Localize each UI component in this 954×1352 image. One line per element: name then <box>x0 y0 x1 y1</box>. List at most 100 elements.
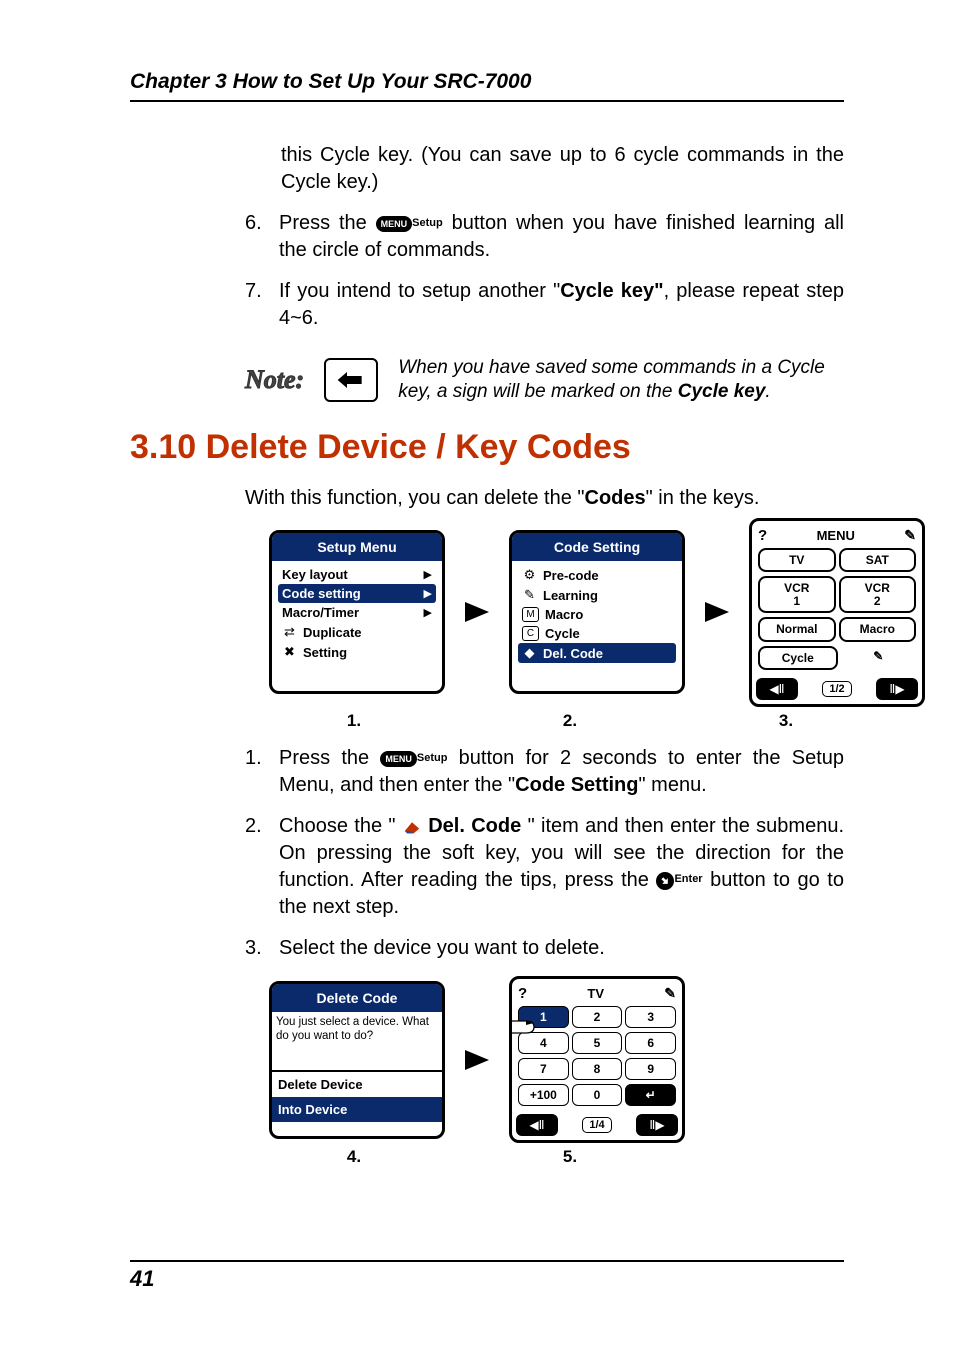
number-key: 2 <box>572 1006 623 1028</box>
menu-item: ✎Learning <box>518 585 676 605</box>
step-text: Press the MENUSetup button for 2 seconds… <box>279 745 844 799</box>
text-fragment: Press the <box>279 212 376 234</box>
menu-pill: MENU <box>376 216 413 232</box>
screen-title: Delete Code <box>272 984 442 1012</box>
delete-options: Delete DeviceInto Device <box>272 1070 442 1122</box>
menu-item: ✖Setting <box>278 642 436 662</box>
cycle-key-icon <box>324 358 378 402</box>
menu-glyph-icon: ◆ <box>522 645 537 661</box>
note-text: When you have saved some commands in a C… <box>398 356 844 404</box>
screen-title: Code Setting <box>512 533 682 561</box>
step-number: 6. <box>245 210 271 264</box>
number-key: 0 <box>572 1084 623 1106</box>
screens-row-1: Setup Menu Key layout▶Code setting▶Macro… <box>269 518 844 708</box>
enter-key: ↵ <box>625 1084 676 1106</box>
bold-text: Codes <box>585 487 646 509</box>
delete-option: Into Device <box>272 1097 442 1122</box>
help-icon: ? <box>758 527 767 544</box>
submenu-arrow-icon: ▶ <box>424 587 432 600</box>
menu-item: MMacro <box>518 605 676 624</box>
menu-item-label: Pre-code <box>543 568 672 583</box>
step-text: Press the MENUSetup button when you have… <box>279 210 844 264</box>
device-row: TV SAT <box>756 548 918 577</box>
device-row: Cycle ✎ <box>756 646 918 675</box>
keypad-row: 456 <box>516 1032 678 1058</box>
chapter-header: Chapter 3 How to Set Up Your SRC-7000 <box>130 70 844 102</box>
step-1: 1. Press the MENUSetup button for 2 seco… <box>245 745 844 799</box>
caption: 5. <box>485 1147 655 1167</box>
menu-item-label: Code setting <box>282 586 418 601</box>
menu-item-label: Cycle <box>545 626 672 641</box>
menu-item-label: Del. Code <box>543 646 672 661</box>
page-number: 41 <box>130 1260 844 1292</box>
number-key: 6 <box>625 1032 676 1054</box>
step-2: 2. Choose the " Del. Code " item and the… <box>245 813 844 921</box>
menu-glyph-icon: ⇄ <box>282 624 297 640</box>
device-macro: Macro <box>839 617 917 642</box>
steps-list-upper: 6. Press the MENUSetup button when you h… <box>245 210 844 332</box>
eraser-icon <box>402 819 422 835</box>
nav-next-button: Ⅱ▶ <box>636 1114 678 1136</box>
enter-circle-icon <box>656 872 674 890</box>
text-fragment: " menu. <box>639 774 707 796</box>
text-fragment: . <box>765 381 770 402</box>
menu-item: Key layout ▶ <box>278 565 436 584</box>
nav-page-indicator: 1/2 <box>822 681 851 697</box>
nav-bar: ◀Ⅱ 1/4 Ⅱ▶ <box>516 1114 678 1136</box>
bold-text: Code Setting <box>515 774 638 796</box>
caption: 4. <box>269 1147 439 1167</box>
text-fragment: Press the <box>279 747 380 769</box>
device-cycle: Cycle <box>758 646 838 671</box>
screen-keypad-tv: ? TV ✎ 123456789+1000↵ ◀Ⅱ 1/4 Ⅱ▶ <box>509 976 685 1143</box>
menu-item: ◆ Del. Code <box>518 643 676 663</box>
step-number: 1. <box>245 745 271 799</box>
device-row: Normal Macro <box>756 617 918 646</box>
number-key: 5 <box>572 1032 623 1054</box>
body-content: this Cycle key. (You can save up to 6 cy… <box>245 142 844 404</box>
caption: 1. <box>269 711 439 731</box>
nav-prev-button: ◀Ⅱ <box>516 1114 558 1136</box>
submenu-arrow-icon: ▶ <box>424 568 432 581</box>
step-text: Select the device you want to delete. <box>279 935 844 962</box>
step-7: 7. If you intend to setup another "Cycle… <box>245 278 844 332</box>
menu-glyph-icon: ⚙ <box>522 567 537 583</box>
device-vcr2: VCR2 <box>839 576 917 613</box>
menu-setup-icon: MENUSetup <box>380 751 447 767</box>
menu-setup-icon: MENUSetup <box>376 216 443 232</box>
edit-icon: ✎ <box>664 985 676 1002</box>
screen-body: ? TV ✎ 123456789+1000↵ ◀Ⅱ 1/4 Ⅱ▶ <box>512 979 682 1140</box>
screen-code-setting: Code Setting ⚙Pre-code✎LearningMMacroCCy… <box>509 530 685 694</box>
keypad: 123456789+1000↵ <box>516 1006 678 1110</box>
delete-option: Delete Device <box>272 1070 442 1097</box>
step-text: Choose the " Del. Code " item and then e… <box>279 813 844 921</box>
note-label: Note: <box>245 365 304 395</box>
step-6: 6. Press the MENUSetup button when you h… <box>245 210 844 264</box>
bold-text: Cycle key <box>678 381 766 402</box>
menu-item-label: Learning <box>543 588 672 603</box>
device-normal: Normal <box>758 617 836 642</box>
device-tv: TV <box>758 548 836 573</box>
tip-text: You just select a device. What do you wa… <box>272 1012 442 1070</box>
nav-prev-button: ◀Ⅱ <box>756 678 798 700</box>
menu-glyph-icon: ✖ <box>282 644 297 660</box>
text-fragment: If you intend to setup another " <box>279 280 560 302</box>
captions-row-1: 1. 2. 3. <box>269 711 844 731</box>
continued-paragraph: this Cycle key. (You can save up to 6 cy… <box>281 142 844 196</box>
steps-list-lower: 1. Press the MENUSetup button for 2 seco… <box>245 745 844 962</box>
menu-glyph-icon: M <box>522 607 539 622</box>
right-arrow-icon <box>703 598 731 626</box>
step-number: 3. <box>245 935 271 962</box>
screen-delete-code: Delete Code You just select a device. Wh… <box>269 981 445 1139</box>
right-arrow-icon <box>463 598 491 626</box>
menu-item-label: Key layout <box>282 567 418 582</box>
device-title: MENU <box>817 528 855 543</box>
screen-device-grid: ? MENU ✎ TV SAT VCR1 VCR2 Normal Macro <box>749 518 925 708</box>
note-block: Note: When you have saved some commands … <box>245 356 844 404</box>
device-header: ? MENU ✎ <box>756 525 918 548</box>
caption: 3. <box>701 711 871 731</box>
step-text: If you intend to setup another "Cycle ke… <box>279 278 844 332</box>
bold-text: Cycle key" <box>560 280 663 302</box>
enter-icon: Enter <box>656 872 702 890</box>
nav-bar: ◀Ⅱ 1/2 Ⅱ▶ <box>756 678 918 700</box>
text-fragment: With this function, you can delete the " <box>245 487 585 509</box>
